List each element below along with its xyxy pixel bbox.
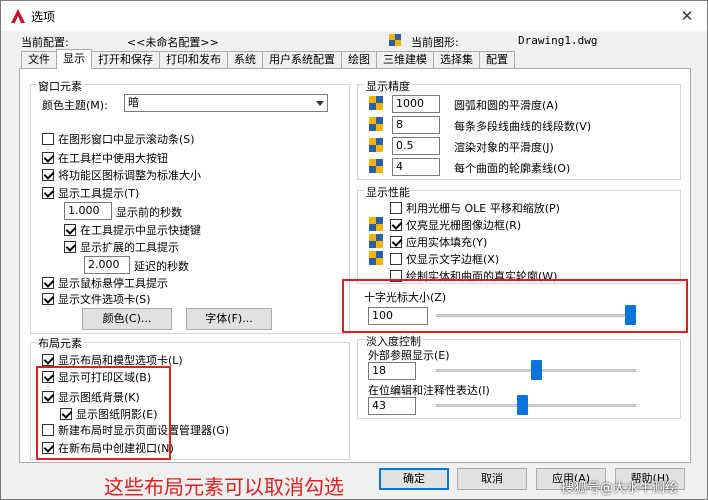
current-profile-label: 当前配置:	[21, 36, 69, 49]
tab-selection[interactable]: 选择集	[433, 51, 480, 69]
current-profile-value: <<未命名配置>>	[127, 36, 219, 49]
tab-plot-publish[interactable]: 打印和发布	[159, 51, 228, 69]
contour-lines-label: 每个曲面的轮廓素线(O)	[454, 162, 571, 175]
annotation-highlight-layout	[36, 366, 171, 460]
extended-delay-label: 延迟的秒数	[134, 260, 189, 273]
display-resolution-label: 显示精度	[364, 78, 412, 94]
cancel-button[interactable]: 取消	[457, 468, 527, 490]
close-icon[interactable]: ✕	[675, 4, 699, 28]
inplace-slider-thumb[interactable]	[517, 395, 529, 415]
window-elements-label: 窗口元素	[36, 78, 84, 94]
shortcut-tooltip-checkbox[interactable]: 在工具提示中显示快捷键	[64, 222, 201, 238]
annotation-caption: 这些布局元素可以取消勾选	[104, 475, 344, 499]
show-tooltips-checkbox[interactable]: 显示工具提示(T)	[42, 185, 139, 201]
layout-elements-label: 布局元素	[36, 335, 84, 351]
text-boundary-icon	[369, 251, 383, 265]
crosshair-size-label: 十字光标大小(Z)	[364, 291, 447, 304]
current-drawing-value: Drawing1.dwg	[518, 34, 598, 47]
polyline-segments-input[interactable]: 8	[392, 116, 440, 134]
chevron-down-icon	[316, 101, 324, 106]
autocad-logo-icon	[11, 9, 25, 23]
apply-solid-fill-checkbox[interactable]: 应用实体填充(Y)	[390, 234, 487, 250]
render-smoothness-label: 渲染对象的平滑度(J)	[454, 141, 554, 154]
arc-smoothness-input[interactable]: 1000	[392, 95, 440, 113]
render-smoothness-input[interactable]: 0.5	[392, 137, 440, 155]
window-title: 选项	[31, 10, 56, 24]
tab-files[interactable]: 文件	[21, 51, 57, 69]
tab-open-save[interactable]: 打开和保存	[91, 51, 160, 69]
polyline-segments-label: 每条多段线曲线的线段数(V)	[454, 120, 592, 133]
highlight-raster-frame-checkbox[interactable]: 仅亮显光栅图像边框(R)	[390, 217, 521, 233]
colors-button[interactable]: 颜色(C)...	[82, 308, 172, 330]
ribbon-icons-checkbox[interactable]: 将功能区图标调整为标准大小	[42, 167, 201, 183]
solid-fill-icon	[369, 234, 383, 248]
polyline-segments-icon	[369, 117, 383, 131]
contour-lines-icon	[369, 159, 383, 173]
drawing-file-icon	[389, 34, 401, 46]
crosshair-slider-thumb[interactable]	[625, 305, 636, 325]
title-bar: 选项 ✕	[1, 1, 707, 31]
text-boundary-checkbox[interactable]: 仅显示文字边框(X)	[390, 251, 499, 267]
display-tab-panel: 窗口元素 颜色主题(M): 暗 在图形窗口中显示滚动条(S) 在工具栏中使用大按…	[19, 68, 691, 463]
highlight-raster-icon	[369, 217, 383, 231]
tab-system[interactable]: 系统	[227, 51, 263, 69]
extended-tooltips-checkbox[interactable]: 显示扩展的工具提示	[64, 239, 179, 255]
tab-user-preferences[interactable]: 用户系统配置	[262, 51, 342, 69]
crosshair-slider-track[interactable]	[436, 314, 636, 317]
fonts-button[interactable]: 字体(F)...	[186, 308, 272, 330]
contour-lines-input[interactable]: 4	[392, 158, 440, 176]
display-performance-label: 显示性能	[364, 184, 412, 200]
show-scrollbars-checkbox[interactable]: 在图形窗口中显示滚动条(S)	[42, 131, 195, 147]
render-smoothness-icon	[369, 138, 383, 152]
options-dialog: 选项 ✕ 当前配置: <<未命名配置>> 当前图形: Drawing1.dwg …	[0, 0, 708, 500]
current-drawing-label: 当前图形:	[411, 36, 459, 49]
xref-display-label: 外部参照显示(E)	[368, 349, 450, 362]
xref-display-input[interactable]: 18	[368, 362, 416, 380]
color-theme-select[interactable]: 暗	[124, 94, 328, 112]
file-tabs-checkbox[interactable]: 显示文件选项卡(S)	[42, 291, 151, 307]
arc-smoothness-icon	[369, 96, 383, 110]
tooltip-delay-label: 显示前的秒数	[116, 206, 182, 219]
crosshair-size-input[interactable]: 100	[368, 307, 428, 325]
profile-info-bar: 当前配置: <<未命名配置>> 当前图形: Drawing1.dwg	[1, 31, 707, 51]
extended-delay-input[interactable]: 2.000	[84, 256, 130, 274]
raster-pan-zoom-checkbox[interactable]: 利用光栅与 OLE 平移和缩放(P)	[390, 200, 560, 216]
xref-slider-thumb[interactable]	[530, 360, 542, 380]
inplace-slider-track[interactable]	[436, 404, 636, 407]
watermark: 搜狐号@大水牛测绘	[561, 481, 679, 496]
large-buttons-checkbox[interactable]: 在工具栏中使用大按钮	[42, 150, 168, 166]
tab-display[interactable]: 显示	[56, 49, 92, 69]
tab-3d-modeling[interactable]: 三维建模	[376, 51, 434, 69]
color-theme-value: 暗	[128, 96, 139, 109]
inplace-edit-input[interactable]: 43	[368, 397, 416, 415]
ok-button[interactable]: 确定	[379, 468, 449, 490]
color-theme-label: 颜色主题(M):	[42, 99, 108, 112]
options-tabs: 文件 显示 打开和保存 打印和发布 系统 用户系统配置 绘图 三维建模 选择集 …	[21, 49, 515, 69]
rollover-tooltips-checkbox[interactable]: 显示鼠标悬停工具提示	[42, 275, 168, 291]
tab-profiles[interactable]: 配置	[479, 51, 515, 69]
tab-drafting[interactable]: 绘图	[341, 51, 377, 69]
inplace-edit-label: 在位编辑和注释性表达(I)	[368, 384, 490, 397]
tooltip-delay-input[interactable]: 1.000	[64, 202, 112, 220]
arc-smoothness-label: 圆弧和圆的平滑度(A)	[454, 99, 559, 112]
